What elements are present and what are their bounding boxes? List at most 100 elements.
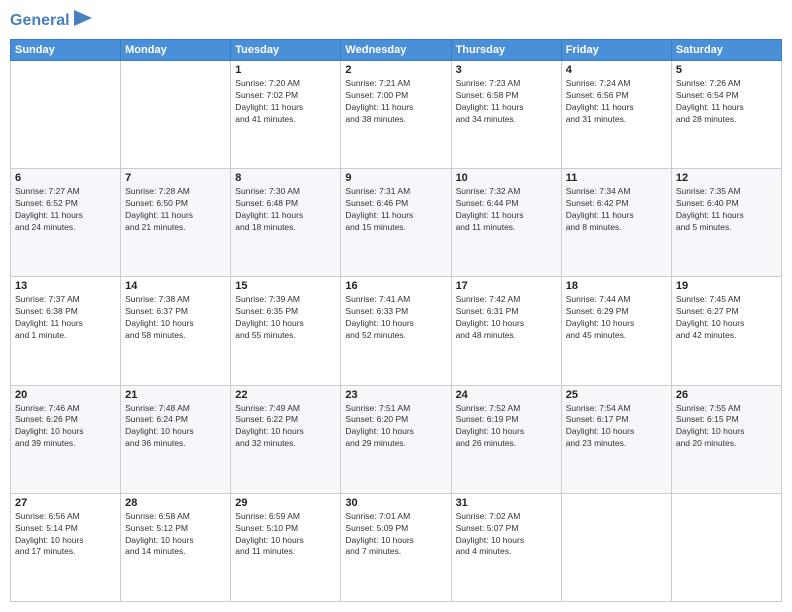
calendar-cell: 4 Sunrise: 7:24 AM Sunset: 6:56 PM Daylig… [561, 61, 671, 169]
calendar-day-header: Monday [121, 40, 231, 61]
header: General [10, 10, 782, 31]
day-info: Sunrise: 7:24 AM Sunset: 6:56 PM Dayligh… [566, 78, 667, 126]
logo-arrow-icon [74, 10, 92, 31]
calendar-cell: 12 Sunrise: 7:35 AM Sunset: 6:40 PM Dayli… [671, 169, 781, 277]
day-info: Sunrise: 7:46 AM Sunset: 6:26 PM Dayligh… [15, 403, 116, 451]
day-info: Sunrise: 7:01 AM Sunset: 5:09 PM Dayligh… [345, 511, 446, 559]
calendar-cell: 5Sunrise: 7:26 AM Sunset: 6:54 PM Daylig… [671, 61, 781, 169]
calendar-cell: 26 Sunrise: 7:55 AM Sunset: 6:15 PM Dayli… [671, 385, 781, 493]
day-info: Sunrise: 7:35 AM Sunset: 6:40 PM Dayligh… [676, 186, 777, 234]
day-number: 24 [456, 389, 557, 401]
day-number: 9 [345, 172, 446, 184]
day-info: Sunrise: 7:49 AM Sunset: 6:22 PM Dayligh… [235, 403, 336, 451]
calendar-header-row: SundayMondayTuesdayWednesdayThursdayFrid… [11, 40, 782, 61]
page: General SundayMondayTuesdayWednesdayThur… [0, 0, 792, 612]
calendar-cell: 6 Sunrise: 7:27 AM Sunset: 6:52 PM Daylig… [11, 169, 121, 277]
day-number: 20 [15, 389, 116, 401]
day-number: 27 [15, 497, 116, 509]
calendar-cell: 23 Sunrise: 7:51 AM Sunset: 6:20 PM Dayli… [341, 385, 451, 493]
day-number: 21 [125, 389, 226, 401]
calendar-week-row: 6 Sunrise: 7:27 AM Sunset: 6:52 PM Daylig… [11, 169, 782, 277]
day-number: 29 [235, 497, 336, 509]
day-number: 15 [235, 280, 336, 292]
day-number: 13 [15, 280, 116, 292]
calendar-cell [671, 493, 781, 601]
day-number: 2 [345, 64, 446, 76]
calendar-cell: 21 Sunrise: 7:48 AM Sunset: 6:24 PM Dayli… [121, 385, 231, 493]
calendar-cell: 20 Sunrise: 7:46 AM Sunset: 6:26 PM Dayli… [11, 385, 121, 493]
day-info: Sunrise: 7:41 AM Sunset: 6:33 PM Dayligh… [345, 294, 446, 342]
calendar-week-row: 13 Sunrise: 7:37 AM Sunset: 6:38 PM Dayli… [11, 277, 782, 385]
day-number: 17 [456, 280, 557, 292]
calendar-cell [561, 493, 671, 601]
calendar-day-header: Wednesday [341, 40, 451, 61]
day-number: 4 [566, 64, 667, 76]
day-info: Sunrise: 7:38 AM Sunset: 6:37 PM Dayligh… [125, 294, 226, 342]
calendar-cell: 17 Sunrise: 7:42 AM Sunset: 6:31 PM Dayli… [451, 277, 561, 385]
day-info: Sunrise: 7:34 AM Sunset: 6:42 PM Dayligh… [566, 186, 667, 234]
calendar-cell: 25Sunrise: 7:54 AM Sunset: 6:17 PM Dayli… [561, 385, 671, 493]
day-info: Sunrise: 7:28 AM Sunset: 6:50 PM Dayligh… [125, 186, 226, 234]
day-number: 18 [566, 280, 667, 292]
calendar-cell: 18 Sunrise: 7:44 AM Sunset: 6:29 PM Dayli… [561, 277, 671, 385]
day-number: 8 [235, 172, 336, 184]
day-number: 25 [566, 389, 667, 401]
day-number: 11 [566, 172, 667, 184]
calendar-cell: 8 Sunrise: 7:30 AM Sunset: 6:48 PM Daylig… [231, 169, 341, 277]
calendar-cell: 24Sunrise: 7:52 AM Sunset: 6:19 PM Dayli… [451, 385, 561, 493]
day-number: 6 [15, 172, 116, 184]
calendar-cell: 19 Sunrise: 7:45 AM Sunset: 6:27 PM Dayli… [671, 277, 781, 385]
calendar-cell: 31 Sunrise: 7:02 AM Sunset: 5:07 PM Dayli… [451, 493, 561, 601]
day-number: 23 [345, 389, 446, 401]
day-info: Sunrise: 6:58 AM Sunset: 5:12 PM Dayligh… [125, 511, 226, 559]
day-number: 12 [676, 172, 777, 184]
day-info: Sunrise: 7:48 AM Sunset: 6:24 PM Dayligh… [125, 403, 226, 451]
calendar-cell: 10Sunrise: 7:32 AM Sunset: 6:44 PM Dayli… [451, 169, 561, 277]
day-info: Sunrise: 7:27 AM Sunset: 6:52 PM Dayligh… [15, 186, 116, 234]
day-number: 14 [125, 280, 226, 292]
calendar-cell [121, 61, 231, 169]
calendar-day-header: Thursday [451, 40, 561, 61]
day-number: 30 [345, 497, 446, 509]
calendar-cell: 7 Sunrise: 7:28 AM Sunset: 6:50 PM Daylig… [121, 169, 231, 277]
day-info: Sunrise: 7:45 AM Sunset: 6:27 PM Dayligh… [676, 294, 777, 342]
calendar-cell [11, 61, 121, 169]
day-info: Sunrise: 7:44 AM Sunset: 6:29 PM Dayligh… [566, 294, 667, 342]
day-number: 1 [235, 64, 336, 76]
calendar-cell: 14 Sunrise: 7:38 AM Sunset: 6:37 PM Dayli… [121, 277, 231, 385]
day-number: 19 [676, 280, 777, 292]
calendar-week-row: 27 Sunrise: 6:56 AM Sunset: 5:14 PM Dayli… [11, 493, 782, 601]
calendar-week-row: 20 Sunrise: 7:46 AM Sunset: 6:26 PM Dayli… [11, 385, 782, 493]
day-info: Sunrise: 7:02 AM Sunset: 5:07 PM Dayligh… [456, 511, 557, 559]
day-info: Sunrise: 7:30 AM Sunset: 6:48 PM Dayligh… [235, 186, 336, 234]
calendar-cell: 27 Sunrise: 6:56 AM Sunset: 5:14 PM Dayli… [11, 493, 121, 601]
calendar-day-header: Sunday [11, 40, 121, 61]
day-number: 3 [456, 64, 557, 76]
day-number: 16 [345, 280, 446, 292]
calendar-cell: 22 Sunrise: 7:49 AM Sunset: 6:22 PM Dayli… [231, 385, 341, 493]
calendar-cell: 9Sunrise: 7:31 AM Sunset: 6:46 PM Daylig… [341, 169, 451, 277]
day-number: 26 [676, 389, 777, 401]
day-info: Sunrise: 7:37 AM Sunset: 6:38 PM Dayligh… [15, 294, 116, 342]
day-number: 28 [125, 497, 226, 509]
calendar-cell: 28 Sunrise: 6:58 AM Sunset: 5:12 PM Dayli… [121, 493, 231, 601]
day-info: Sunrise: 7:20 AM Sunset: 7:02 PM Dayligh… [235, 78, 336, 126]
logo-line1: General [10, 12, 70, 30]
day-info: Sunrise: 7:55 AM Sunset: 6:15 PM Dayligh… [676, 403, 777, 451]
day-info: Sunrise: 6:59 AM Sunset: 5:10 PM Dayligh… [235, 511, 336, 559]
calendar-day-header: Friday [561, 40, 671, 61]
calendar-cell: 15Sunrise: 7:39 AM Sunset: 6:35 PM Dayli… [231, 277, 341, 385]
day-info: Sunrise: 6:56 AM Sunset: 5:14 PM Dayligh… [15, 511, 116, 559]
day-number: 7 [125, 172, 226, 184]
calendar-table: SundayMondayTuesdayWednesdayThursdayFrid… [10, 39, 782, 602]
calendar-cell: 2Sunrise: 7:21 AM Sunset: 7:00 PM Daylig… [341, 61, 451, 169]
day-number: 22 [235, 389, 336, 401]
day-number: 10 [456, 172, 557, 184]
calendar-cell: 3Sunrise: 7:23 AM Sunset: 6:58 PM Daylig… [451, 61, 561, 169]
day-info: Sunrise: 7:51 AM Sunset: 6:20 PM Dayligh… [345, 403, 446, 451]
calendar-cell: 16 Sunrise: 7:41 AM Sunset: 6:33 PM Dayli… [341, 277, 451, 385]
day-info: Sunrise: 7:42 AM Sunset: 6:31 PM Dayligh… [456, 294, 557, 342]
logo: General [10, 10, 92, 31]
day-number: 31 [456, 497, 557, 509]
calendar-cell: 1 Sunrise: 7:20 AM Sunset: 7:02 PM Daylig… [231, 61, 341, 169]
